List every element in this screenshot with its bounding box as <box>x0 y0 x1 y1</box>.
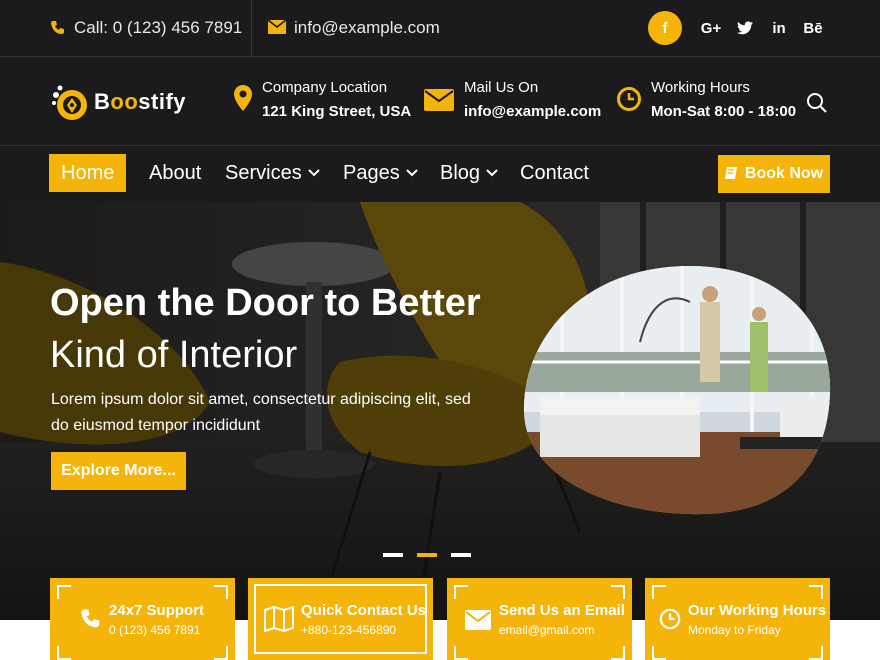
logo-text-part: B <box>94 89 111 114</box>
nav-home[interactable]: Home <box>49 154 127 192</box>
logo-text: Boostify <box>94 89 186 115</box>
book-now-button[interactable]: Book Now <box>718 155 830 193</box>
envelope-icon <box>465 610 491 630</box>
behance-icon[interactable]: Bē <box>796 11 830 45</box>
map-pin-icon <box>234 85 252 111</box>
mail-title: Mail Us On <box>464 79 539 96</box>
top-call[interactable]: Call: 0 (123) 456 7891 <box>50 0 242 56</box>
slider-dot-2[interactable] <box>417 553 437 557</box>
social-links: f G+ in Bē <box>648 11 830 45</box>
corner-decoration <box>454 646 468 660</box>
location-title: Company Location <box>262 79 388 96</box>
header-mail: Mail Us On info@example.com <box>424 77 601 125</box>
header: Boostify Company Location 121 King Stree… <box>0 57 880 146</box>
feature-email[interactable]: Send Us an Email email@gmail.com <box>447 578 632 660</box>
feature-hours[interactable]: Our Working Hours Monday to Friday <box>645 578 830 660</box>
hero-text: Lorem ipsum dolor sit amet, consectetur … <box>51 391 471 434</box>
corner-decoration <box>809 646 823 660</box>
hero-subtitle: Kind of Interior <box>50 334 298 376</box>
hero-title: Open the Door to Better <box>50 282 481 324</box>
feature-support[interactable]: 24x7 Support 0 (123) 456 7891 <box>50 578 235 660</box>
clock-icon <box>659 608 681 630</box>
hours-value: Mon-Sat 8:00 - 18:00 <box>651 103 797 120</box>
corner-decoration <box>57 585 71 599</box>
nav-blog[interactable]: Blog <box>428 154 510 192</box>
hero-slider: Open the Door to Better Kind of Interior… <box>0 202 880 620</box>
top-call-text: Call: 0 (123) 456 7891 <box>74 18 243 37</box>
corner-decoration <box>652 646 666 660</box>
mail-value[interactable]: info@example.com <box>464 99 601 125</box>
hours-title: Working Hours <box>651 79 750 96</box>
corner-decoration <box>57 646 71 660</box>
nav-contact[interactable]: Contact <box>508 154 601 192</box>
linkedin-icon[interactable]: in <box>762 11 796 45</box>
top-email-text: info@example.com <box>294 18 440 37</box>
book-icon <box>724 167 737 179</box>
logo-text-part: stify <box>138 89 187 114</box>
slider-dot-1[interactable] <box>383 553 403 557</box>
feature-title: Send Us an Email <box>499 602 625 619</box>
nav-about[interactable]: About <box>137 154 213 192</box>
feature-sub: email@gmail.com <box>499 623 595 637</box>
book-now-label: Book Now <box>744 165 824 182</box>
logo[interactable]: Boostify <box>50 81 186 123</box>
phone-icon <box>50 20 66 36</box>
feature-sub: 0 (123) 456 7891 <box>109 623 201 637</box>
slider-dot-3[interactable] <box>451 553 471 557</box>
nav-blog-label: Blog <box>440 161 481 184</box>
top-email[interactable]: info@example.com <box>268 0 440 56</box>
phone-icon <box>81 609 100 628</box>
corner-decoration <box>214 585 228 599</box>
clock-icon <box>617 87 641 111</box>
nav-services-label: Services <box>225 161 302 184</box>
nav-contact-label: Contact <box>520 161 589 184</box>
corner-decoration <box>611 585 625 599</box>
corner-decoration <box>454 585 468 599</box>
feature-contact[interactable]: Quick Contact Us +880-123-456890 <box>248 578 433 660</box>
nav-pages[interactable]: Pages <box>331 154 430 192</box>
envelope-icon <box>424 89 454 111</box>
slider-dots <box>383 553 471 557</box>
feature-title: Quick Contact Us <box>301 602 427 619</box>
chevron-down-icon <box>486 169 498 177</box>
nav-home-label: Home <box>61 161 115 184</box>
corner-decoration <box>652 585 666 599</box>
top-bar: Call: 0 (123) 456 7891 info@example.com … <box>0 0 880 57</box>
corner-decoration <box>611 646 625 660</box>
nav-services[interactable]: Services <box>213 154 332 192</box>
google-plus-icon[interactable]: G+ <box>694 11 728 45</box>
header-hours: Working Hours Mon-Sat 8:00 - 18:00 <box>617 77 796 125</box>
feature-sub: Monday to Friday <box>688 623 781 637</box>
location-value: 121 King Street, USA <box>262 103 412 120</box>
nav-about-label: About <box>149 161 202 184</box>
corner-decoration <box>214 646 228 660</box>
chevron-down-icon <box>307 169 320 177</box>
feature-boxes: 24x7 Support 0 (123) 456 7891 Quick Cont… <box>0 578 880 660</box>
search-icon[interactable] <box>806 92 828 114</box>
divider <box>251 0 252 56</box>
logo-icon <box>52 85 87 120</box>
feature-title: Our Working Hours <box>688 602 827 619</box>
envelope-icon <box>268 20 286 36</box>
explore-more-button[interactable]: Explore More... <box>51 452 186 490</box>
logo-text-accent: oo <box>110 89 139 114</box>
twitter-icon[interactable] <box>728 11 762 45</box>
facebook-icon[interactable]: f <box>648 11 682 45</box>
feature-title: 24x7 Support <box>109 602 205 619</box>
nav-pages-label: Pages <box>343 161 400 184</box>
feature-sub: +880-123-456890 <box>301 623 397 637</box>
header-location: Company Location 121 King Street, USA <box>234 77 411 125</box>
corner-decoration <box>809 585 823 599</box>
chevron-down-icon <box>406 169 418 177</box>
map-icon <box>264 606 294 632</box>
